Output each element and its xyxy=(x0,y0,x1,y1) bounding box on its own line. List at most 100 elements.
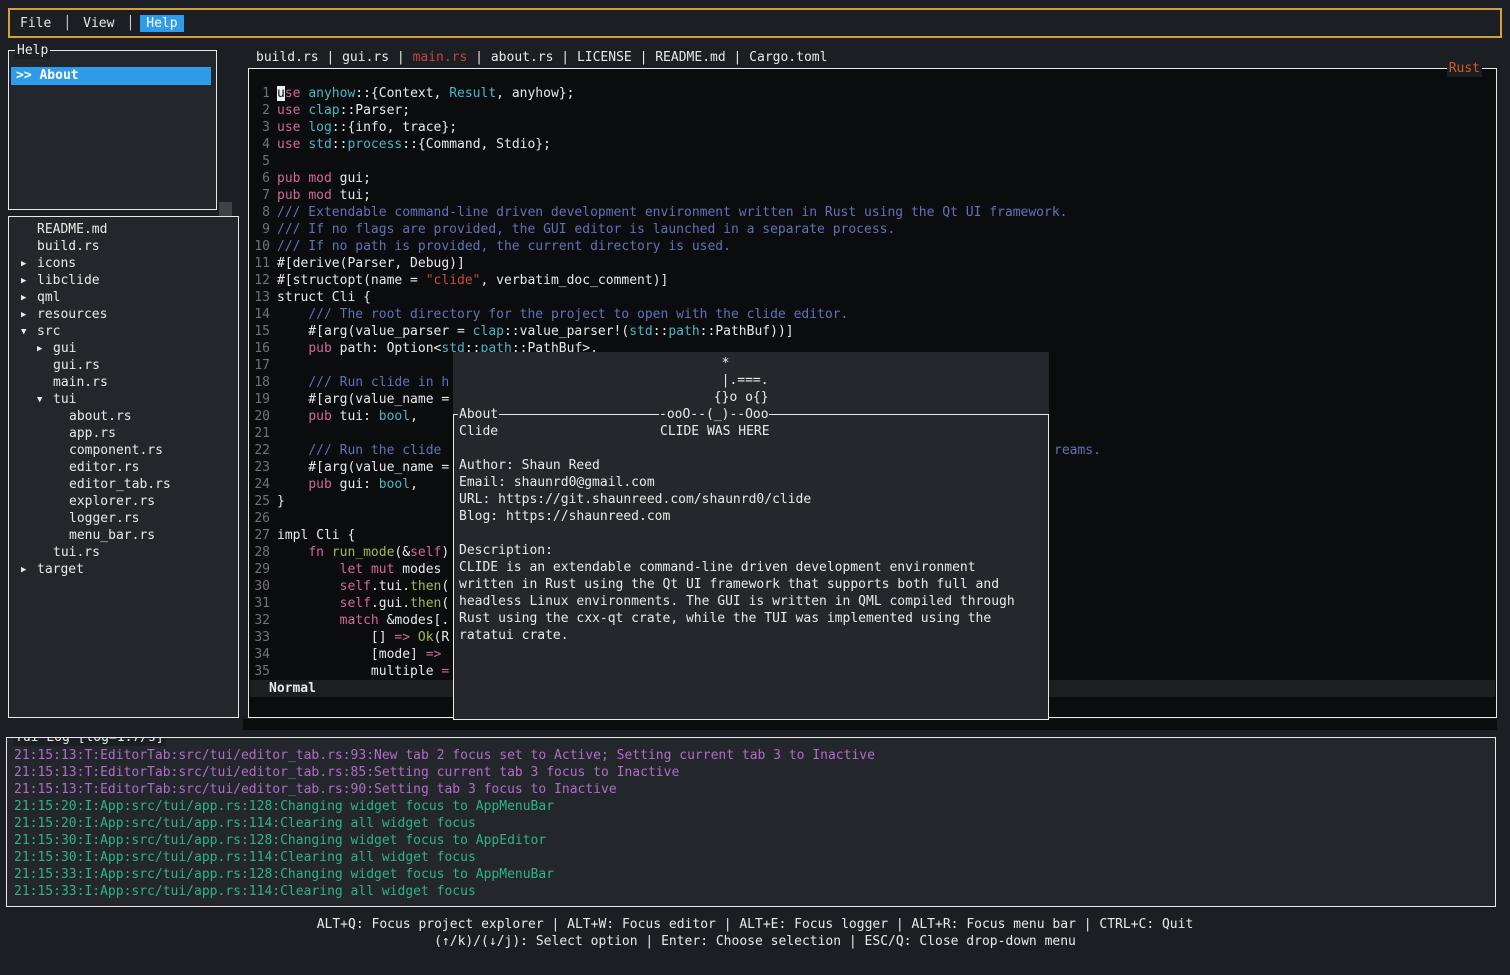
explorer-item-label: tui xyxy=(53,392,76,407)
code-token: , anyhow}; xyxy=(496,86,574,101)
code-line[interactable]: 15 #[arg(value_parser = clap::value_pars… xyxy=(250,323,1495,340)
explorer-item-label: README.md xyxy=(37,222,107,237)
explorer-item-menu_bar.rs[interactable]: menu_bar.rs xyxy=(9,527,238,544)
explorer-item-gui.rs[interactable]: gui.rs xyxy=(9,357,238,374)
code-line[interactable]: 1use anyhow::{Context, Result, anyhow}; xyxy=(250,85,1495,102)
chevron-right-icon[interactable]: ▶ xyxy=(21,290,37,307)
code-line[interactable]: 12#[structopt(name = "clide", verbatim_d… xyxy=(250,272,1495,289)
explorer-item-src[interactable]: ▼src xyxy=(9,323,238,340)
explorer-item-editor.rs[interactable]: editor.rs xyxy=(9,459,238,476)
code-token: gui: xyxy=(332,477,379,492)
line-number: 8 xyxy=(250,204,270,221)
explorer-item-label: explorer.rs xyxy=(69,494,155,509)
explorer-item-label: src xyxy=(37,324,60,339)
explorer-item-logger.rs[interactable]: logger.rs xyxy=(9,510,238,527)
explorer-item-main.rs[interactable]: main.rs xyxy=(9,374,238,391)
code-line[interactable]: 6pub mod gui; xyxy=(250,170,1495,187)
menu-item-view[interactable]: View xyxy=(77,15,120,32)
chevron-right-icon[interactable]: ▶ xyxy=(21,256,37,273)
tab-separator: | xyxy=(553,49,576,66)
explorer-item-about.rs[interactable]: about.rs xyxy=(9,408,238,425)
explorer-item-tui[interactable]: ▼tui xyxy=(9,391,238,408)
explorer-item-libclide[interactable]: ▶libclide xyxy=(9,272,238,289)
dropdown-item-about[interactable]: >> About xyxy=(11,67,211,85)
chevron-down-icon[interactable]: ▼ xyxy=(21,324,37,341)
code-token: #[arg(value_name = xyxy=(277,460,449,475)
tab-separator: | xyxy=(632,49,655,66)
chevron-right-icon[interactable]: ▶ xyxy=(21,273,37,290)
code-line[interactable]: 10/// If no path is provided, the curren… xyxy=(250,238,1495,255)
tab-build.rs[interactable]: build.rs xyxy=(256,49,319,66)
code-token xyxy=(277,562,340,577)
log-entry: 21:15:33:I:App:src/tui/app.rs:114:Cleari… xyxy=(14,883,1495,900)
about-text-line: Rust using the cxx-qt crate, while the T… xyxy=(459,610,1045,627)
code-line[interactable]: 11#[derive(Parser, Debug)] xyxy=(250,255,1495,272)
explorer-item-app.rs[interactable]: app.rs xyxy=(9,425,238,442)
code-line[interactable]: 4use std::process::{Command, Stdio}; xyxy=(250,136,1495,153)
explorer-item-editor_tab.rs[interactable]: editor_tab.rs xyxy=(9,476,238,493)
code-line[interactable]: 13struct Cli { xyxy=(250,289,1495,306)
line-number: 27 xyxy=(250,527,270,544)
line-number: 1 xyxy=(250,85,270,102)
about-text-line: Description: xyxy=(459,542,1045,559)
explorer-item-label: tui.rs xyxy=(53,545,100,560)
shortcut-help-bar: ALT+Q: Focus project explorer | ALT+W: F… xyxy=(0,916,1510,950)
tab-about.rs[interactable]: about.rs xyxy=(491,49,554,66)
line-number: 29 xyxy=(250,561,270,578)
code-token xyxy=(277,596,340,611)
explorer-item-target[interactable]: ▶target xyxy=(9,561,238,578)
log-lines: 21:15:13:T:EditorTab:src/tui/editor_tab.… xyxy=(14,747,1495,900)
log-entry: 21:15:13:T:EditorTab:src/tui/editor_tab.… xyxy=(14,764,1495,781)
code-token xyxy=(277,341,308,356)
chevron-right-icon[interactable]: ▶ xyxy=(21,307,37,324)
tab-gui.rs[interactable]: gui.rs xyxy=(342,49,389,66)
explorer-item-icons[interactable]: ▶icons xyxy=(9,255,238,272)
chevron-down-icon[interactable]: ▼ xyxy=(37,392,53,409)
line-number: 2 xyxy=(250,102,270,119)
explorer-item-label: qml xyxy=(37,290,60,305)
code-line[interactable]: 5 xyxy=(250,153,1495,170)
explorer-item-README.md[interactable]: README.md xyxy=(9,221,238,238)
code-token: use xyxy=(277,120,300,135)
code-line[interactable]: 14 /// The root directory for the projec… xyxy=(250,306,1495,323)
code-token: u xyxy=(277,86,285,101)
chevron-right-icon[interactable]: ▶ xyxy=(37,341,53,358)
explorer-item-qml[interactable]: ▶qml xyxy=(9,289,238,306)
code-token: mod xyxy=(308,171,331,186)
code-token: std xyxy=(308,137,331,152)
tab-main.rs[interactable]: main.rs xyxy=(413,49,468,66)
code-token: ( xyxy=(441,579,449,594)
tab-Cargo.toml[interactable]: Cargo.toml xyxy=(749,49,827,66)
log-entry: 21:15:20:I:App:src/tui/app.rs:114:Cleari… xyxy=(14,815,1495,832)
code-line[interactable]: 7pub mod tui; xyxy=(250,187,1495,204)
line-number: 10 xyxy=(250,238,270,255)
chevron-right-icon[interactable]: ▶ xyxy=(21,562,37,579)
code-line[interactable]: 3use log::{info, trace}; xyxy=(250,119,1495,136)
explorer-item-label: component.rs xyxy=(69,443,163,458)
explorer-item-explorer.rs[interactable]: explorer.rs xyxy=(9,493,238,510)
tab-README.md[interactable]: README.md xyxy=(655,49,725,66)
shortcut-help-line-2: (↑/k)/(↓/j): Select option | Enter: Choo… xyxy=(0,933,1510,950)
explorer-item-component.rs[interactable]: component.rs xyxy=(9,442,238,459)
menu-separator: │ xyxy=(126,16,134,31)
explorer-item-gui[interactable]: ▶gui xyxy=(9,340,238,357)
code-token: :: xyxy=(332,137,348,152)
code-token: bool xyxy=(379,477,410,492)
code-token: anyhow xyxy=(308,86,355,101)
explorer-item-tui.rs[interactable]: tui.rs xyxy=(9,544,238,561)
about-text-line xyxy=(459,525,1045,542)
code-token: clap xyxy=(308,103,339,118)
editor-mode-label: Normal xyxy=(269,681,316,696)
explorer-item-build.rs[interactable]: build.rs xyxy=(9,238,238,255)
explorer-item-label: icons xyxy=(37,256,76,271)
code-line[interactable]: 8/// Extendable command-line driven deve… xyxy=(250,204,1495,221)
about-text-line: Author: Shaun Reed xyxy=(459,457,1045,474)
menu-item-file[interactable]: File xyxy=(14,15,57,32)
code-line[interactable]: 9/// If no flags are provided, the GUI e… xyxy=(250,221,1495,238)
line-number: 31 xyxy=(250,595,270,612)
menu-item-help[interactable]: Help xyxy=(140,15,183,32)
code-line[interactable]: 2use clap::Parser; xyxy=(250,102,1495,119)
code-token: log xyxy=(308,120,331,135)
explorer-item-resources[interactable]: ▶resources xyxy=(9,306,238,323)
tab-LICENSE[interactable]: LICENSE xyxy=(577,49,632,66)
